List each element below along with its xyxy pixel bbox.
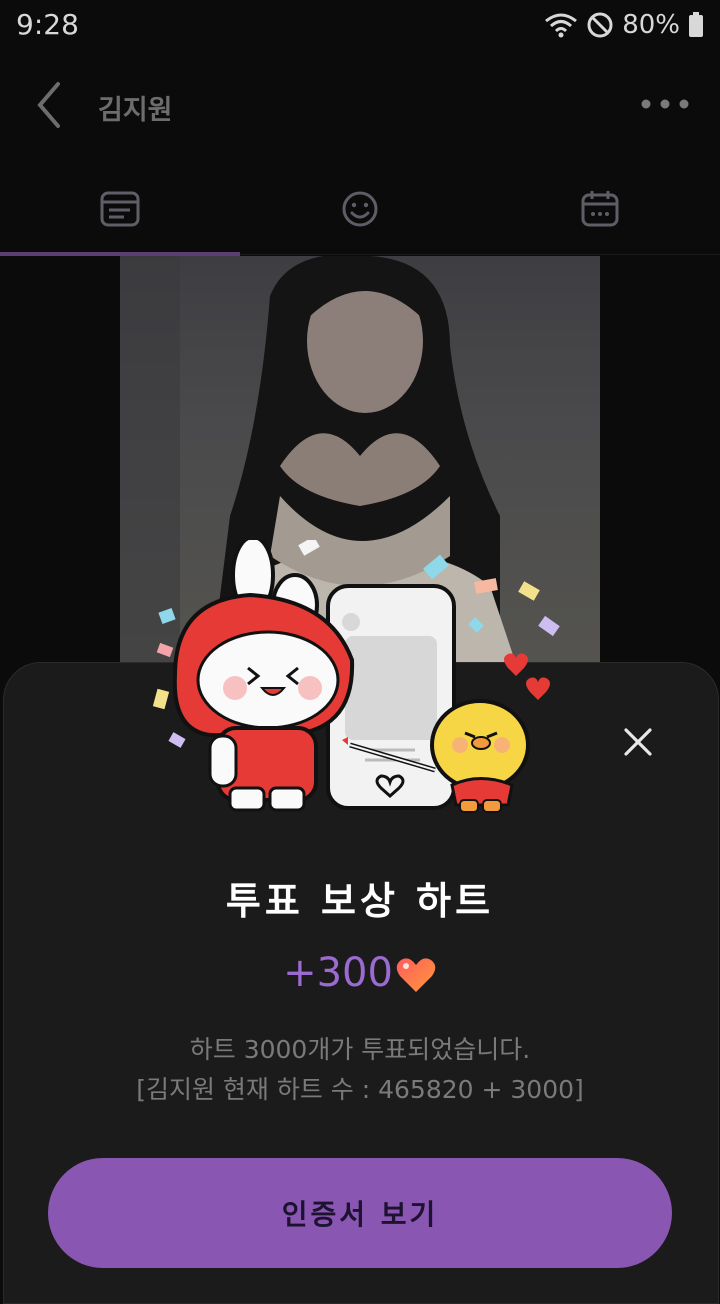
reward-description: 하트 3000개가 투표되었습니다. [김지원 현재 하트 수 : 465820… <box>0 1030 720 1110</box>
smile-icon <box>342 191 378 227</box>
back-icon[interactable] <box>28 80 72 130</box>
app-header: 김지원 <box>0 60 720 150</box>
tab-bar <box>0 165 720 257</box>
reward-value: +300 <box>283 950 393 996</box>
view-certificate-button[interactable]: 인증서 보기 <box>48 1158 672 1268</box>
heart-icon <box>396 958 436 992</box>
dialog-title: 투표 보상 하트 <box>225 879 495 923</box>
description-line-2: [김지원 현재 하트 수 : 465820 + 3000] <box>136 1075 584 1104</box>
celebration-illustration <box>152 540 560 813</box>
view-certificate-label: 인증서 보기 <box>281 1198 439 1231</box>
tab-emoji[interactable] <box>240 165 480 253</box>
more-options-icon[interactable] <box>640 94 690 114</box>
battery-icon <box>689 12 703 37</box>
page-title: 김지원 <box>98 95 173 126</box>
calendar-icon <box>581 191 619 227</box>
wifi-icon <box>545 13 578 38</box>
close-icon[interactable] <box>618 722 658 762</box>
description-line-1: 하트 3000개가 투표되었습니다. <box>189 1035 531 1064</box>
status-icons: 80% <box>544 8 704 42</box>
feed-icon <box>100 191 140 227</box>
tab-calendar[interactable] <box>480 165 720 253</box>
status-time: 9:28 <box>16 8 79 41</box>
reward-amount: +300 <box>0 950 720 996</box>
battery-percent: 80% <box>622 10 680 40</box>
do-not-disturb-icon <box>587 12 613 38</box>
status-bar: 9:28 80% <box>0 0 720 50</box>
tab-feed[interactable] <box>0 165 240 253</box>
